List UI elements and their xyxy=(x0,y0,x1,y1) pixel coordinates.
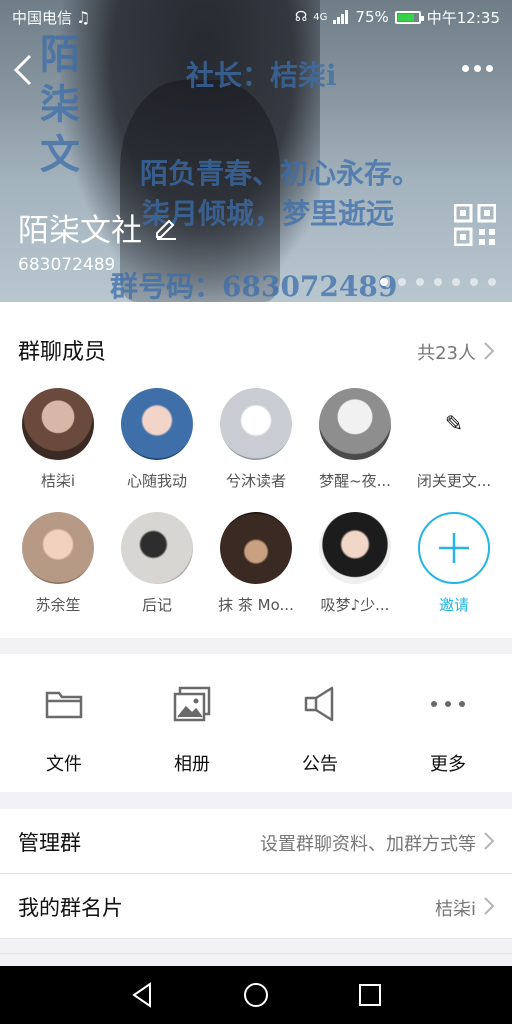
megaphone-icon xyxy=(304,686,334,722)
member-item[interactable]: 心随我动 xyxy=(107,388,207,491)
status-bar: 中国电信 ♫ ☊ 4G 75% 中午12:35 xyxy=(0,0,512,34)
files-label: 文件 xyxy=(46,754,82,775)
announcement-label: 公告 xyxy=(302,754,338,775)
files-button[interactable]: 文件 xyxy=(14,684,114,776)
album-label: 相册 xyxy=(174,754,210,775)
member-name: 后记 xyxy=(141,596,172,614)
more-options-button[interactable] xyxy=(462,56,498,80)
page-dot xyxy=(416,278,424,286)
edit-icon[interactable] xyxy=(154,216,178,240)
member-item[interactable]: 后记 xyxy=(107,512,207,615)
avatar xyxy=(220,388,292,460)
more-dot xyxy=(474,64,481,72)
my-group-card-row[interactable]: 我的群名片 桔柒i xyxy=(0,874,512,938)
group-header-banner: 社长：桔柒i 陌负青春、初心永存。 柒月倾城，梦里逝远 群号码：68307248… xyxy=(0,0,512,302)
member-name: 苏余笙 xyxy=(35,596,81,614)
nav-home-icon[interactable] xyxy=(241,980,271,1010)
banner-bg-text-3: 柒月倾城，梦里逝远 xyxy=(142,197,395,230)
clock: 中午12:35 xyxy=(426,8,500,27)
member-name: 心随我动 xyxy=(126,472,187,490)
nav-back-icon[interactable] xyxy=(128,980,158,1010)
my-group-card-label: 我的群名片 xyxy=(18,896,123,920)
avatar xyxy=(220,512,292,584)
album-icon xyxy=(173,686,211,722)
more-dot xyxy=(462,64,469,72)
member-item[interactable]: 桔柒i xyxy=(8,388,108,491)
avatar: ✎ xyxy=(418,388,490,460)
manage-group-row[interactable]: 管理群 设置群聊资料、加群方式等 xyxy=(0,809,512,873)
folder-icon xyxy=(45,691,83,719)
banner-bg-text-2: 陌负青春、初心永存。 xyxy=(140,157,421,190)
page-dot xyxy=(452,278,460,286)
divider xyxy=(0,938,512,939)
chevron-right-icon xyxy=(484,897,495,915)
page-dot xyxy=(380,278,388,286)
avatar xyxy=(121,512,193,584)
banner-bg-text-1: 社长：桔柒i xyxy=(186,59,337,92)
member-name: 梦醒~夜... xyxy=(319,472,391,490)
member-name: 吸梦♪少... xyxy=(320,596,390,614)
page-dot xyxy=(488,278,496,286)
system-nav-bar xyxy=(0,966,512,1024)
chevron-right-icon xyxy=(484,832,495,850)
banner-page-dots xyxy=(380,278,496,286)
banner-bg-side-text: 陌柒文 xyxy=(40,31,80,178)
members-header[interactable]: 群聊成员 共23人 xyxy=(0,302,512,398)
avatar xyxy=(22,512,94,584)
chevron-left-icon xyxy=(13,54,32,86)
battery-icon xyxy=(394,10,424,24)
invite-button[interactable]: 邀请 xyxy=(404,512,504,615)
qr-code-icon[interactable] xyxy=(454,204,496,246)
group-number: 683072489 xyxy=(18,255,116,275)
battery-percent: 75% xyxy=(355,8,389,26)
member-item[interactable]: 苏余笙 xyxy=(8,512,108,615)
manage-group-hint: 设置群聊资料、加群方式等 xyxy=(260,834,476,855)
member-item[interactable]: 吸梦♪少... xyxy=(305,512,405,615)
carrier-label: 中国电信 xyxy=(12,8,73,27)
avatar xyxy=(319,388,391,460)
album-button[interactable]: 相册 xyxy=(142,684,242,776)
member-item[interactable]: 兮沐读者 xyxy=(206,388,306,491)
plus-icon xyxy=(439,533,469,563)
calligraphy-avatar-glyph: ✎ xyxy=(444,411,464,437)
member-name: 抹 茶 Mo... xyxy=(218,596,294,614)
invite-label: 邀请 xyxy=(438,596,469,614)
nav-recents-icon[interactable] xyxy=(355,980,385,1010)
tools-section: 文件 相册 公告 更多 xyxy=(0,654,512,792)
members-count: 共23人 xyxy=(417,343,476,364)
member-name: 闭关更文... xyxy=(416,472,492,490)
more-dot xyxy=(486,64,493,72)
signal-icon xyxy=(333,10,349,24)
member-name: 桔柒i xyxy=(40,472,76,490)
avatar xyxy=(319,512,391,584)
members-title: 群聊成员 xyxy=(18,340,107,365)
my-group-card-value: 桔柒i xyxy=(434,899,476,920)
chevron-right-icon xyxy=(484,342,495,360)
member-item[interactable]: 梦醒~夜... xyxy=(305,388,405,491)
group-name: 陌柒文社 xyxy=(18,213,142,249)
invite-avatar xyxy=(418,512,490,584)
page-dot xyxy=(398,278,406,286)
headphone-icon: ☊ xyxy=(294,9,308,25)
more-dots-icon xyxy=(431,701,465,707)
avatar xyxy=(121,388,193,460)
more-button[interactable]: 更多 xyxy=(398,684,498,776)
signal-label: 4G xyxy=(313,11,328,23)
music-icon: ♫ xyxy=(76,7,91,27)
page-dot xyxy=(434,278,442,286)
member-item[interactable]: 抹 茶 Mo... xyxy=(206,512,306,615)
member-name: 兮沐读者 xyxy=(225,472,286,490)
members-section: 群聊成员 共23人 桔柒i 心随我动 兮沐读者 梦醒~夜... ✎ 闭关更文..… xyxy=(0,302,512,638)
announcement-button[interactable]: 公告 xyxy=(270,684,370,776)
group-name-row: 陌柒文社 xyxy=(18,205,178,250)
avatar xyxy=(22,388,94,460)
divider xyxy=(0,953,512,954)
more-label: 更多 xyxy=(430,754,466,775)
page-dot xyxy=(470,278,478,286)
back-button[interactable] xyxy=(10,50,40,90)
member-item[interactable]: ✎ 闭关更文... xyxy=(404,388,504,491)
manage-group-label: 管理群 xyxy=(18,831,81,855)
banner-bg-text-4: 群号码：683072489 xyxy=(110,270,398,302)
